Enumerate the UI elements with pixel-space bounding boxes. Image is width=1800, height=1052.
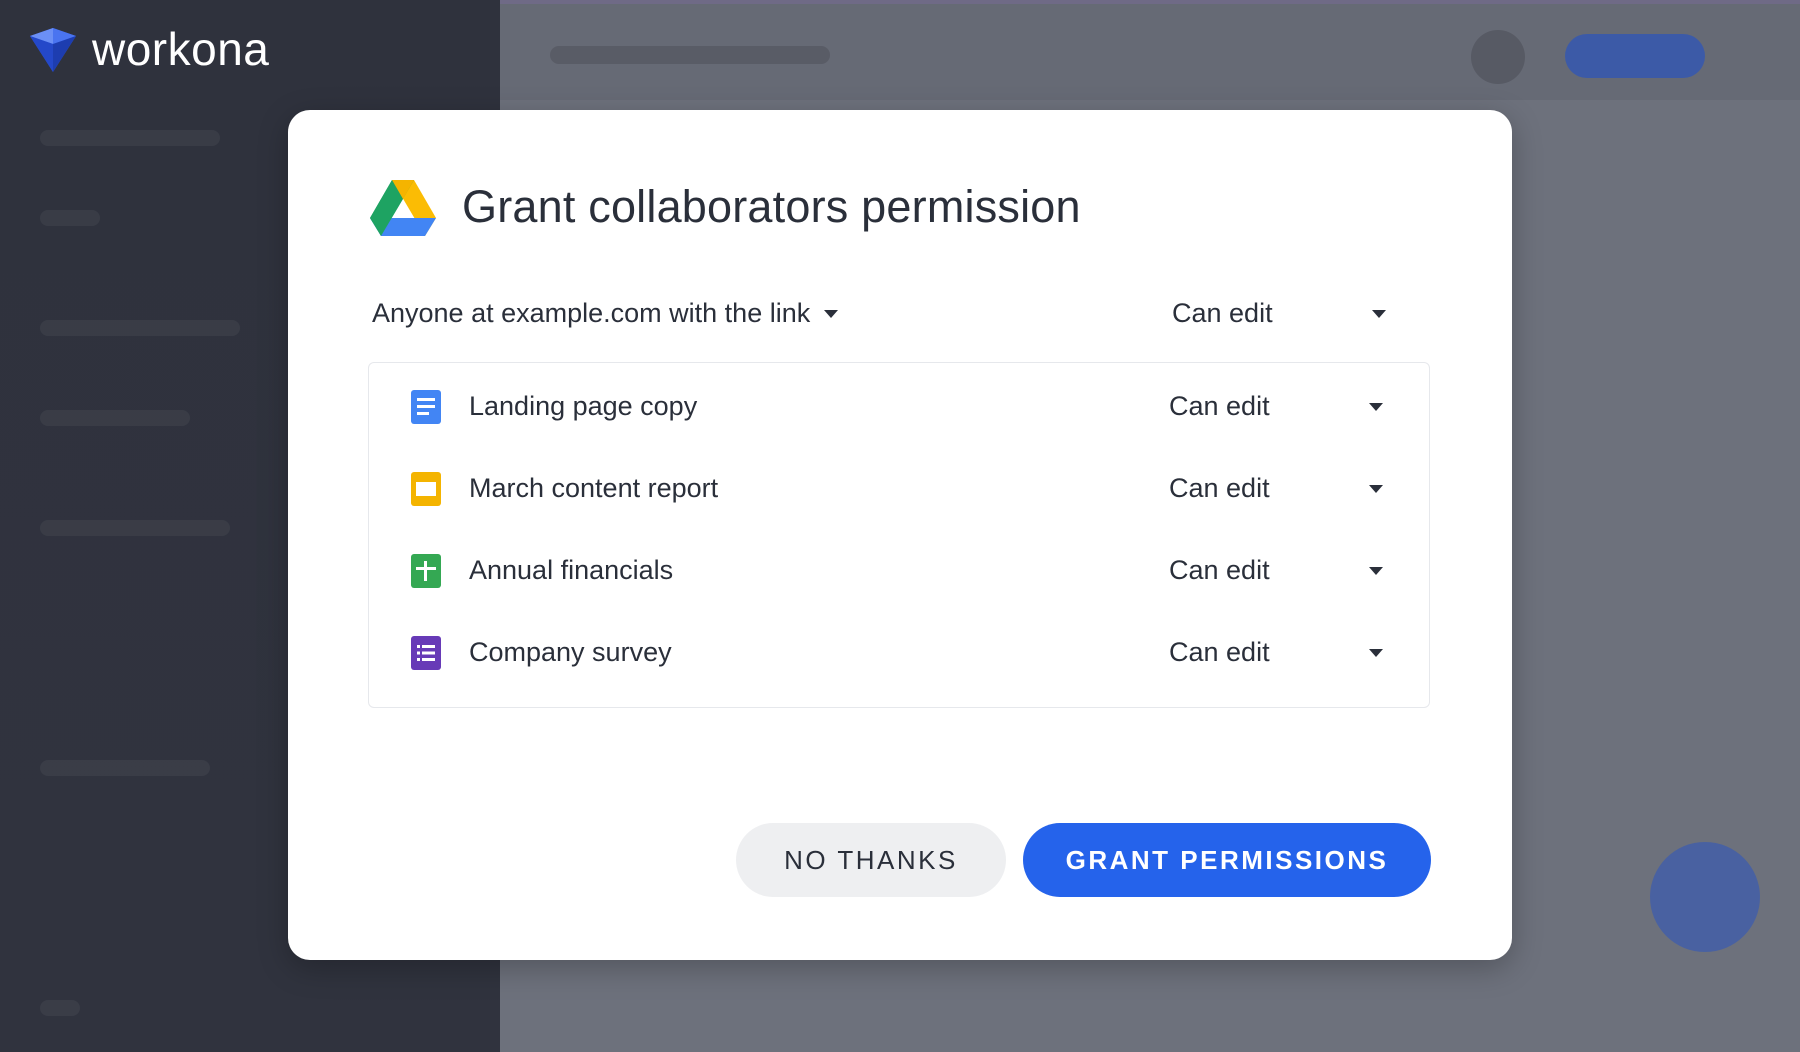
file-list: Landing page copy Can edit March content…	[368, 362, 1430, 708]
background-placeholder	[40, 760, 210, 776]
link-permission-dropdown[interactable]: Can edit	[1172, 298, 1386, 329]
chevron-down-icon	[1372, 309, 1386, 318]
background-placeholder	[40, 210, 100, 226]
chevron-down-icon	[1369, 484, 1383, 493]
background-placeholder	[40, 130, 220, 146]
permission-label: Can edit	[1169, 391, 1270, 421]
file-row: Company survey Can edit	[369, 623, 1429, 683]
file-permission-dropdown[interactable]: Can edit	[1169, 473, 1383, 504]
link-scope-dropdown[interactable]: Anyone at example.com with the link	[372, 298, 839, 329]
workona-wordmark: workona	[92, 23, 270, 75]
dialog-header: Grant collaborators permission	[370, 178, 1081, 236]
link-scope-label: Anyone at example.com with the link	[372, 298, 811, 328]
chevron-down-icon	[1369, 648, 1383, 657]
no-thanks-button[interactable]: NO THANKS	[736, 823, 1006, 897]
google-slides-icon	[409, 471, 443, 507]
file-name: March content report	[469, 473, 719, 503]
workona-gem-icon	[28, 24, 78, 74]
background-placeholder	[40, 410, 190, 426]
google-docs-icon	[409, 389, 443, 425]
file-name: Landing page copy	[469, 391, 698, 421]
file-permission-dropdown[interactable]: Can edit	[1169, 637, 1383, 668]
file-row: March content report Can edit	[369, 459, 1429, 519]
background-placeholder	[40, 520, 230, 536]
permission-label: Can edit	[1169, 637, 1270, 667]
permission-label: Can edit	[1169, 555, 1270, 585]
permission-label: Can edit	[1172, 298, 1273, 328]
background-floating-button	[1650, 842, 1760, 952]
dialog-title: Grant collaborators permission	[462, 181, 1081, 232]
grant-permission-dialog: Grant collaborators permission Anyone at…	[288, 110, 1512, 960]
google-sheets-icon	[409, 553, 443, 589]
background-placeholder	[40, 1000, 80, 1016]
workona-logo: workona	[28, 22, 269, 76]
background-placeholder	[40, 320, 240, 336]
background-avatar	[1471, 30, 1525, 84]
background-title-placeholder	[550, 46, 830, 64]
file-name: Annual financials	[469, 555, 674, 585]
file-permission-dropdown[interactable]: Can edit	[1169, 555, 1383, 586]
file-row: Annual financials Can edit	[369, 541, 1429, 601]
permission-label: Can edit	[1169, 473, 1270, 503]
google-drive-icon	[370, 178, 436, 236]
chevron-down-icon	[1369, 402, 1383, 411]
google-forms-icon	[409, 635, 443, 671]
chevron-down-icon	[1369, 566, 1383, 575]
chevron-down-icon	[824, 309, 839, 318]
file-permission-dropdown[interactable]: Can edit	[1169, 391, 1383, 422]
link-sharing-row: Anyone at example.com with the link Can …	[372, 290, 1392, 340]
file-name: Company survey	[469, 637, 672, 667]
background-action-button	[1565, 34, 1705, 78]
file-row: Landing page copy Can edit	[369, 377, 1429, 437]
grant-permissions-button[interactable]: GRANT PERMISSIONS	[1023, 823, 1431, 897]
